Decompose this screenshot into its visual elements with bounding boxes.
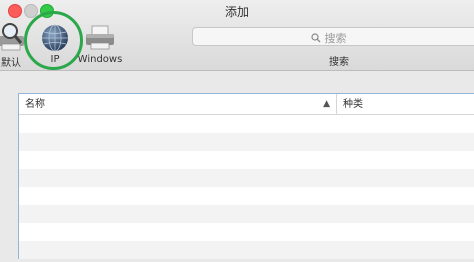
search-label: 搜索: [329, 57, 349, 68]
toolbar-windows-label: Windows: [77, 54, 123, 65]
globe-icon: [42, 24, 68, 52]
sort-ascending-icon: ▲: [323, 99, 330, 109]
table-row: [19, 241, 474, 259]
search-placeholder: 搜索: [324, 32, 347, 45]
search-icon: [311, 33, 321, 43]
table-row: [19, 133, 474, 151]
column-header-name[interactable]: 名称 ▲: [19, 94, 337, 115]
table-row: [19, 151, 474, 169]
window-titlebar: 添加 默认 IP Windows 搜索 搜索: [0, 0, 474, 71]
column-header-kind[interactable]: 种类: [337, 94, 474, 115]
table-row: [19, 223, 474, 241]
window-title: 添加: [224, 5, 249, 19]
column-header-name-label: 名称: [25, 99, 45, 110]
toolbar-ip-button[interactable]: IP: [30, 22, 80, 68]
search-input[interactable]: 搜索: [192, 27, 474, 46]
table-row: [19, 169, 474, 187]
table-row: [19, 187, 474, 205]
printer-list-table[interactable]: 名称 ▲ 种类: [18, 93, 474, 259]
table-rows: [19, 115, 474, 259]
toolbar-windows-button[interactable]: Windows: [75, 22, 125, 68]
default-printer-magnifier-icon: [0, 23, 24, 51]
column-header-kind-label: 种类: [343, 99, 363, 110]
toolbar-ip-label: IP: [50, 54, 60, 65]
windows-printer-icon: [86, 25, 114, 50]
table-row: [19, 205, 474, 223]
table-row: [19, 115, 474, 133]
